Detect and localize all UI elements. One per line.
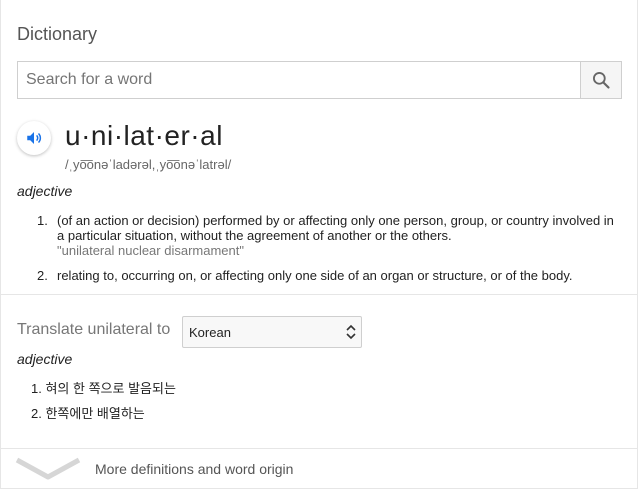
definition-number: 2. [37,268,48,283]
translation-number: 2. [31,406,42,421]
search-icon [593,72,610,89]
translation-text: 혀의 한 쪽으로 발음되는 [45,381,176,396]
search-button[interactable] [580,62,621,98]
search-box [17,61,622,99]
definition-example: "unilateral nuclear disarmament" [57,243,244,258]
updown-arrows-icon [346,324,356,340]
pronunciation-button[interactable] [17,121,51,155]
definition-list: 2. relating to, occurring on, or affecti… [17,268,617,283]
translation-list: 1. 혀의 한 쪽으로 발음되는 2. 한쪽에만 배열하는 [31,376,176,426]
definition-text-line: a particular situation, without the agre… [57,228,452,243]
speaker-icon [27,132,42,144]
definition-text-line: relating to, occurring on, or affecting … [57,268,573,283]
headword: u·ni·lat·er·al [65,120,223,151]
definition-list: 1. (of an action or decision) performed … [17,213,617,258]
section-divider [1,294,638,295]
phonetic-transcription: /ˌyo͞onəˈladərəl,ˌyo͞onəˈlatrəl/ [65,157,232,172]
translation-part-of-speech: adjective [17,351,73,367]
part-of-speech: adjective [17,183,73,199]
definition-item: 2. relating to, occurring on, or affecti… [17,268,617,283]
more-definitions-link[interactable]: More definitions and word origin [1,449,638,489]
card-title: Dictionary [17,24,98,44]
more-definitions-label: More definitions and word origin [95,461,294,477]
translation-number: 1. [31,381,42,396]
language-select[interactable]: Korean [182,316,362,348]
definition-item: 1. (of an action or decision) performed … [17,213,617,258]
translate-label: Translate unilateral to [17,321,171,338]
definition-text-line: (of an action or decision) performed by … [57,213,614,228]
search-input[interactable] [18,62,580,98]
translation-text: 한쪽에만 배열하는 [45,406,145,421]
definition-number: 1. [37,213,48,228]
chevron-down-icon [15,457,81,480]
dictionary-card: Dictionary u·ni·lat·er·al /ˌyo͞onəˈladər… [0,0,638,489]
selected-language: Korean [189,324,231,340]
translation-item: 2. 한쪽에만 배열하는 [31,401,176,426]
translation-item: 1. 혀의 한 쪽으로 발음되는 [31,376,176,401]
